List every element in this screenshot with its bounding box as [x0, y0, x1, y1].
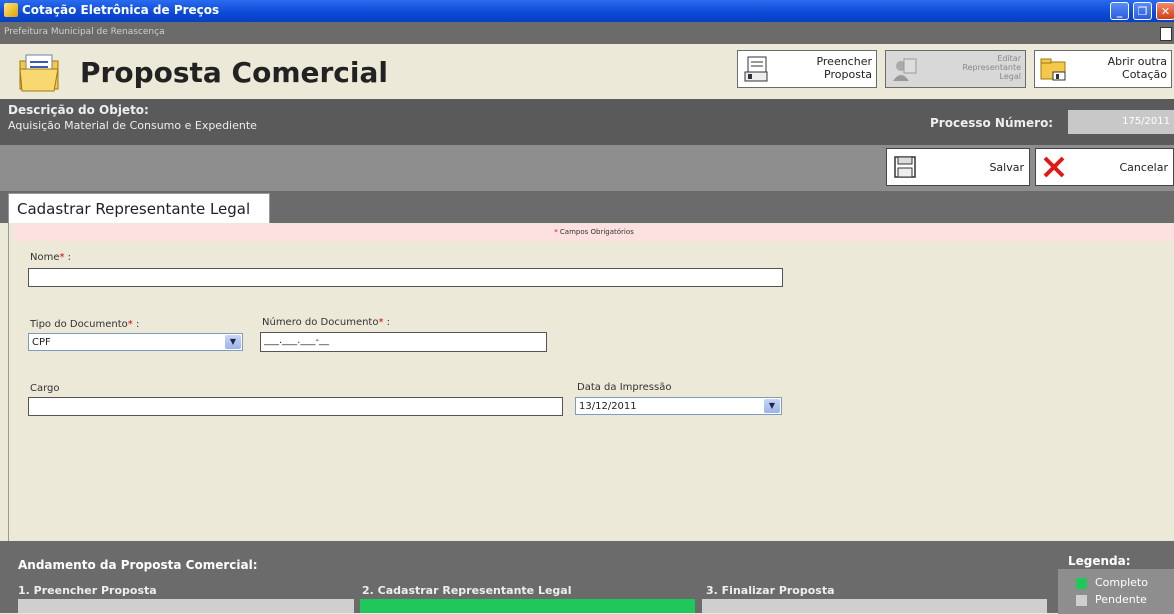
floppy-disk-icon: [894, 156, 916, 178]
close-button[interactable]: ✕: [1156, 2, 1174, 20]
tab-register-representative[interactable]: Cadastrar Representante Legal: [8, 193, 270, 223]
process-number-label: Processo Número:: [930, 116, 1054, 130]
print-date-label: Data da Impressão: [577, 382, 672, 393]
window-title: Cotação Eletrônica de Preços: [22, 3, 220, 17]
edit-representative-button[interactable]: Editar Representante Legal: [885, 50, 1026, 88]
fill-proposal-button[interactable]: Preencher Proposta: [737, 50, 877, 88]
cancel-x-icon: [1043, 156, 1065, 178]
object-description-bar: Descrição do Objeto: Aquisição Material …: [0, 99, 1174, 145]
chevron-down-icon[interactable]: ▼: [225, 335, 241, 349]
open-quotation-button[interactable]: Abrir outra Cotação: [1034, 50, 1172, 88]
fill-proposal-label: Preencher Proposta: [816, 55, 872, 81]
organization-bar: Prefeitura Municipal de Renascença: [0, 22, 1174, 44]
chevron-down-icon[interactable]: ▼: [764, 399, 780, 413]
required-fields-note: * Campos Obrigatórios: [14, 224, 1174, 241]
cargo-label: Cargo: [30, 383, 60, 394]
doc-number-input[interactable]: ___.___.___-__: [260, 332, 547, 352]
save-label: Salvar: [989, 161, 1024, 174]
doc-type-label: Tipo do Documento* :: [30, 319, 139, 330]
step-1-status-bar: [18, 599, 354, 613]
proposal-folder-icon: [19, 54, 59, 92]
organization-name: Prefeitura Municipal de Renascença: [4, 27, 165, 37]
action-bar: Salvar Cancelar: [0, 145, 1174, 191]
legend-item-pending: Pendente: [1076, 593, 1147, 606]
legend-box: Completo Pendente: [1058, 569, 1174, 614]
name-label-text: Nome: [30, 252, 60, 263]
name-label: Nome* :: [30, 252, 71, 263]
minimize-button[interactable]: _: [1110, 2, 1129, 20]
save-button[interactable]: Salvar: [886, 148, 1030, 186]
step-3-status-bar: [702, 599, 1047, 613]
page-title: Proposta Comercial: [80, 56, 388, 89]
scroll-icon[interactable]: [1160, 27, 1172, 41]
name-input[interactable]: [28, 268, 783, 287]
legend-label-complete: Completo: [1095, 576, 1148, 589]
legend-swatch-complete: [1076, 577, 1087, 589]
folder-icon: [1040, 58, 1066, 81]
window-title-bar[interactable]: Cotação Eletrônica de Preços _ ❐ ✕: [0, 0, 1174, 22]
cancel-label: Cancelar: [1119, 161, 1168, 174]
step-3-label: 3. Finalizar Proposta: [706, 584, 835, 597]
form-icon: [744, 56, 768, 82]
doc-type-label-suffix: :: [132, 319, 140, 330]
cargo-input[interactable]: [28, 397, 563, 416]
legend-swatch-pending: [1076, 594, 1087, 606]
object-value: Aquisição Material de Consumo e Expedien…: [8, 119, 257, 132]
object-label: Descrição do Objeto:: [8, 103, 149, 117]
edit-representative-label: Editar Representante Legal: [962, 54, 1021, 81]
doc-number-label-suffix: :: [383, 317, 391, 328]
open-quotation-label: Abrir outra Cotação: [1107, 55, 1167, 81]
step-1-label: 1. Preencher Proposta: [18, 584, 157, 597]
required-star: *: [554, 228, 558, 236]
step-2-label: 2. Cadastrar Representante Legal: [362, 584, 572, 597]
legend-item-complete: Completo: [1076, 576, 1148, 589]
print-date-value: 13/12/2011: [579, 401, 637, 412]
legend-title: Legenda:: [1068, 554, 1131, 568]
doc-type-label-text: Tipo do Documento: [30, 319, 128, 330]
legend-label-pending: Pendente: [1095, 593, 1147, 606]
step-2-status-bar: [360, 599, 695, 613]
doc-type-value: CPF: [32, 337, 51, 348]
app-icon: [4, 3, 18, 17]
doc-type-select[interactable]: CPF ▼: [28, 333, 243, 351]
representative-icon: [893, 58, 917, 81]
progress-section: Andamento da Proposta Comercial: 1. Pree…: [0, 541, 1174, 614]
process-number-field: 175/2011: [1068, 110, 1174, 134]
doc-number-label-text: Número do Documento: [262, 317, 379, 328]
cancel-button[interactable]: Cancelar: [1035, 148, 1174, 186]
progress-title: Andamento da Proposta Comercial:: [18, 558, 258, 572]
name-label-suffix: :: [64, 252, 72, 263]
print-date-select[interactable]: 13/12/2011 ▼: [575, 397, 782, 415]
doc-number-label: Número do Documento* :: [262, 317, 390, 328]
required-note-text: Campos Obrigatórios: [559, 228, 634, 236]
restore-button[interactable]: ❐: [1133, 2, 1152, 20]
page-header: Proposta Comercial Preencher Proposta Ed…: [0, 44, 1174, 99]
